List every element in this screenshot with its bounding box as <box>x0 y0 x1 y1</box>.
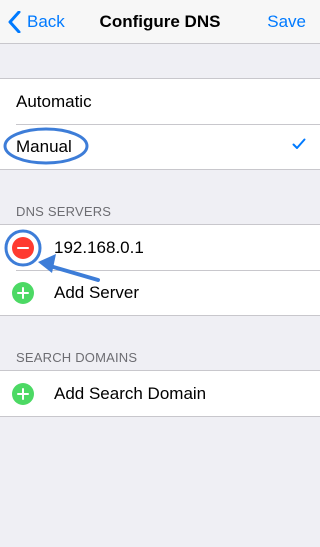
navigation-bar: Back Configure DNS Save <box>0 0 320 44</box>
dns-servers-header: DNS SERVERS <box>16 204 112 219</box>
add-icon <box>12 383 34 405</box>
mode-option-label: Manual <box>16 136 72 156</box>
mode-option-manual[interactable]: Manual <box>0 124 320 169</box>
back-button[interactable]: Back <box>8 0 65 43</box>
add-search-domain-label: Add Search Domain <box>54 383 207 403</box>
mode-option-label: Automatic <box>16 91 92 111</box>
add-icon <box>12 282 34 304</box>
dns-mode-group: Automatic Manual <box>0 78 320 170</box>
search-domains-header: SEARCH DOMAINS <box>16 350 138 365</box>
dns-servers-group: 192.168.0.1 Add Server <box>0 224 320 316</box>
mode-option-automatic[interactable]: Automatic <box>0 79 320 124</box>
dns-server-address[interactable]: 192.168.0.1 <box>54 238 144 258</box>
dns-server-row: 192.168.0.1 <box>0 225 320 270</box>
save-button[interactable]: Save <box>267 0 306 43</box>
add-search-domain-row[interactable]: Add Search Domain <box>0 371 320 416</box>
delete-icon[interactable] <box>12 237 34 259</box>
back-button-label: Back <box>27 11 65 31</box>
search-domains-group: Add Search Domain <box>0 370 320 417</box>
add-server-row[interactable]: Add Server <box>0 270 320 315</box>
checkmark-icon <box>292 138 306 149</box>
add-server-label: Add Server <box>54 282 140 302</box>
chevron-left-icon <box>8 10 21 33</box>
